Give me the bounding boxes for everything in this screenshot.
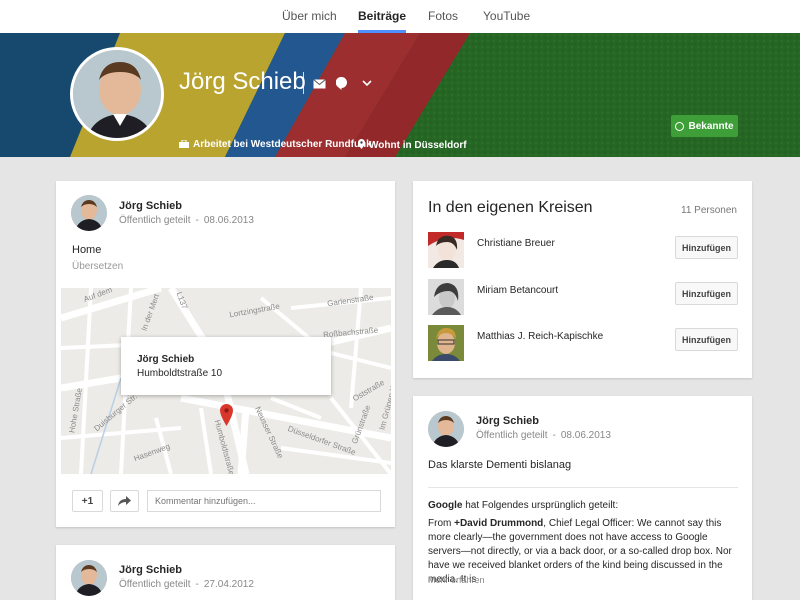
meta-separator: - (552, 430, 556, 441)
add-to-circle-button[interactable]: Hinzufügen (675, 236, 738, 259)
home-text: Wohnt in Düsseldorf (369, 140, 467, 151)
author-portrait-image (428, 411, 464, 447)
post-text: Home (72, 244, 102, 256)
post-author-name[interactable]: Jörg Schieb (119, 564, 182, 576)
post-visibility: Öffentlich geteilt (119, 579, 191, 590)
hangout-icon[interactable] (336, 77, 347, 90)
chevron-down-icon[interactable] (362, 80, 372, 87)
tab-about[interactable]: Über mich (282, 9, 337, 33)
circle-button-label: Bekannte (688, 120, 734, 132)
post-author-avatar[interactable] (428, 411, 464, 447)
post-divider (428, 487, 738, 488)
reshare-source-name[interactable]: Google (428, 500, 462, 511)
person-portrait-image (428, 232, 464, 268)
reshare-source: Google hat Folgendes ursprünglich geteil… (428, 500, 618, 511)
meta-separator: - (195, 579, 199, 590)
translate-link[interactable]: Übersetzen (72, 261, 123, 272)
person-avatar[interactable] (428, 325, 464, 361)
briefcase-icon (179, 139, 189, 148)
person-portrait-image (428, 279, 464, 315)
map-info-popup: Jörg Schieb Humboldtstraße 10 (121, 337, 331, 395)
tab-youtube[interactable]: YouTube (483, 9, 530, 33)
map-marker-icon[interactable] (220, 404, 233, 426)
map-popup-name: Jörg Schieb (137, 354, 195, 365)
read-more-link[interactable]: Mehr erfahren (428, 575, 485, 585)
post-text: Das klarste Dementi bislanag (428, 459, 572, 471)
circles-title: In den eigenen Kreisen (428, 199, 593, 216)
location-pin-icon (358, 139, 365, 149)
cover-photo: Jörg Schieb Arbeitet bei Westdeutscher R… (0, 33, 800, 157)
profile-tab-bar: Über mich Beiträge Fotos YouTube (0, 0, 800, 33)
circle-ring-icon (675, 121, 685, 131)
post-date[interactable]: 08.06.2013 (561, 430, 611, 441)
home-info: Wohnt in Düsseldorf (358, 139, 467, 151)
post-date[interactable]: 08.06.2013 (204, 215, 254, 226)
post-visibility: Öffentlich geteilt (476, 430, 548, 441)
profile-avatar[interactable] (70, 47, 164, 141)
add-to-circle-button[interactable]: Hinzufügen (675, 282, 738, 305)
name-divider (303, 72, 304, 94)
person-portrait-image (428, 325, 464, 361)
post-card-older: Jörg Schieb Öffentlich geteilt -27.04.201… (56, 545, 395, 600)
share-arrow-icon (118, 496, 131, 506)
post-author-name[interactable]: Jörg Schieb (476, 415, 539, 427)
post-meta: Öffentlich geteilt -27.04.2012 (119, 579, 254, 590)
post-card-home: Jörg Schieb Öffentlich geteilt -08.06.201… (56, 181, 395, 527)
post-author-avatar[interactable] (71, 560, 107, 596)
profile-name: Jörg Schieb (179, 68, 306, 95)
tab-photos[interactable]: Fotos (428, 9, 458, 33)
circles-count[interactable]: 11 Personen (681, 205, 737, 216)
mentioned-person[interactable]: +David Drummond (454, 518, 543, 529)
work-info: Arbeitet bei Westdeutscher Rundfunk (179, 139, 372, 150)
post-author-name[interactable]: Jörg Schieb (119, 200, 182, 212)
comment-input[interactable] (147, 490, 381, 512)
circles-card: In den eigenen Kreisen 11 Personen Chris… (413, 181, 752, 378)
post-card-shared: Jörg Schieb Öffentlich geteilt -08.06.201… (413, 396, 752, 600)
circle-button[interactable]: Bekannte (671, 115, 738, 137)
post-meta: Öffentlich geteilt -08.06.2013 (476, 430, 611, 441)
mail-icon[interactable] (313, 79, 326, 89)
reshare-source-suffix: hat Folgendes ursprünglich geteilt: (465, 500, 619, 511)
work-text: Arbeitet bei Westdeutscher Rundfunk (193, 139, 372, 150)
person-avatar[interactable] (428, 232, 464, 268)
post-author-avatar[interactable] (71, 195, 107, 231)
post-date[interactable]: 27.04.2012 (204, 579, 254, 590)
person-name[interactable]: Christiane Breuer (477, 238, 555, 249)
person-name[interactable]: Matthias J. Reich-Kapischke (477, 331, 603, 342)
body-prefix: From (428, 518, 455, 529)
author-portrait-image (71, 560, 107, 596)
add-to-circle-button[interactable]: Hinzufügen (675, 328, 738, 351)
plus-one-button[interactable]: +1 (72, 490, 103, 512)
meta-separator: - (195, 215, 199, 226)
person-avatar[interactable] (428, 279, 464, 315)
tab-posts[interactable]: Beiträge (358, 9, 407, 33)
location-map[interactable]: Auf dem L137 Lortzingstraße Garlenstraße… (61, 288, 391, 474)
map-popup-address: Humboldtstraße 10 (137, 368, 223, 379)
post-meta: Öffentlich geteilt -08.06.2013 (119, 215, 254, 226)
person-name[interactable]: Miriam Betancourt (477, 285, 558, 296)
share-button[interactable] (110, 490, 139, 512)
author-portrait-image (71, 195, 107, 231)
post-visibility: Öffentlich geteilt (119, 215, 191, 226)
